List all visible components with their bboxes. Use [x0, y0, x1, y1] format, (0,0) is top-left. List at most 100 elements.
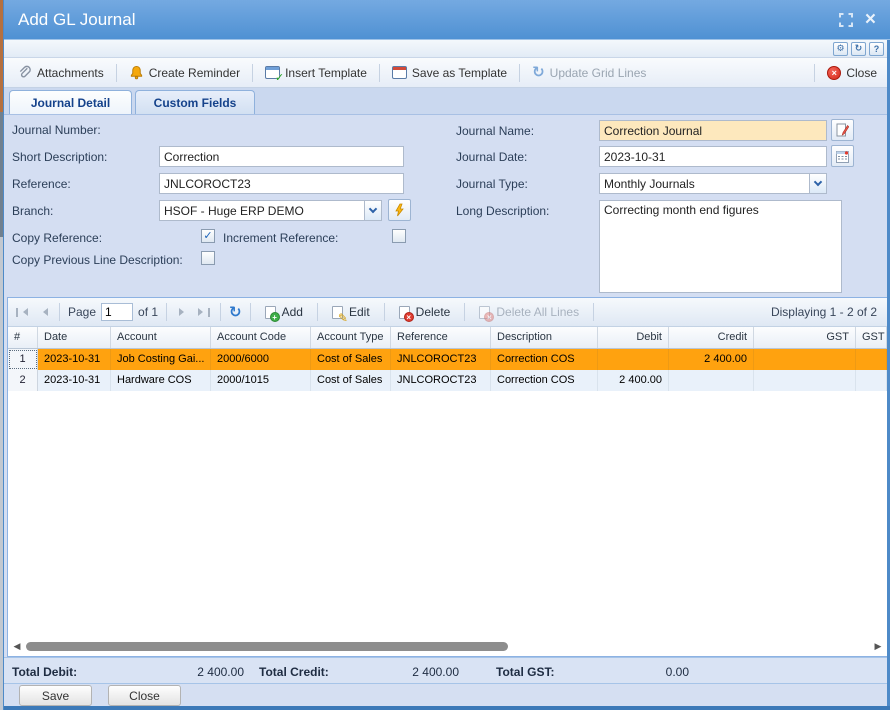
long-description-textarea[interactable]: Correcting month end figures — [599, 200, 842, 293]
cell-account-code: 2000/1015 — [211, 370, 311, 391]
journal-name-lookup-button[interactable] — [831, 119, 854, 141]
copy-reference-checkbox[interactable]: ✓ — [201, 229, 215, 243]
scroll-left-arrow[interactable]: ◀ — [10, 639, 24, 654]
short-description-label: Short Description: — [12, 150, 107, 164]
close-window-button[interactable]: × — [865, 13, 876, 27]
refresh-button[interactable]: ↻ — [851, 42, 866, 56]
column-header-gst[interactable]: GST — [754, 327, 856, 348]
column-header-account-code[interactable]: Account Code — [211, 327, 311, 348]
copy-previous-line-checkbox[interactable] — [201, 251, 215, 265]
close-icon: × — [865, 9, 876, 30]
journal-date-input[interactable] — [599, 146, 827, 167]
cell-description: Correction COS — [491, 370, 598, 391]
total-debit-label: Total Debit: — [12, 665, 77, 679]
column-header-account[interactable]: Account — [111, 327, 211, 348]
cell-gst-amount — [856, 349, 887, 370]
help-button[interactable]: ? — [869, 42, 884, 56]
cell-credit: 2 400.00 — [669, 349, 754, 370]
save-button[interactable]: Save — [19, 685, 92, 706]
cell-account-type: Cost of Sales — [311, 370, 391, 391]
main-toolbar: Attachments Create Reminder ✓ Insert Tem… — [4, 58, 890, 88]
journal-name-input[interactable] — [599, 120, 827, 141]
toolbar-separator — [519, 64, 520, 82]
short-description-input[interactable] — [159, 146, 404, 167]
branch-dropdown-trigger[interactable] — [364, 201, 381, 220]
cell-date: 2023-10-31 — [38, 349, 111, 370]
tab-journal-detail[interactable]: Journal Detail — [9, 90, 132, 114]
add-icon: + — [265, 306, 276, 319]
column-header-reference[interactable]: Reference — [391, 327, 491, 348]
total-debit-value: 2 400.00 — [84, 665, 244, 679]
save-as-template-label: Save as Template — [412, 66, 507, 80]
column-header-date[interactable]: Date — [38, 327, 111, 348]
save-as-template-button[interactable]: Save as Template — [387, 63, 512, 83]
cell-debit: 2 400.00 — [598, 370, 669, 391]
grid-refresh-button[interactable]: ↻ — [229, 305, 242, 320]
journal-type-dropdown-trigger[interactable] — [809, 174, 826, 193]
toolbar-separator — [252, 64, 253, 82]
column-header-credit[interactable]: Credit — [669, 327, 754, 348]
chevron-down-icon — [369, 205, 377, 213]
scrollbar-thumb[interactable] — [26, 642, 508, 651]
delete-line-button[interactable]: × Delete — [393, 303, 457, 321]
branch-select[interactable]: HSOF - Huge ERP DEMO — [159, 200, 382, 221]
journal-type-value: Monthly Journals — [600, 174, 809, 193]
update-grid-lines-label: Update Grid Lines — [550, 66, 647, 80]
previous-page-button[interactable] — [35, 304, 51, 320]
scroll-right-arrow[interactable]: ▶ — [871, 639, 885, 654]
column-header-num[interactable]: # — [8, 327, 38, 348]
toolbar-close-button[interactable]: × Close — [822, 63, 882, 83]
column-header-description[interactable]: Description — [491, 327, 598, 348]
column-header-account-type[interactable]: Account Type — [311, 327, 391, 348]
insert-template-label: Insert Template — [285, 66, 367, 80]
attachments-label: Attachments — [37, 66, 104, 80]
attachments-button[interactable]: Attachments — [12, 62, 109, 83]
update-grid-lines-icon: ↻ — [532, 66, 545, 80]
edit-label: Edit — [349, 305, 370, 319]
first-page-button[interactable] — [14, 304, 30, 320]
maximize-button[interactable] — [839, 13, 853, 27]
horizontal-scrollbar[interactable]: ◀ ▶ — [10, 639, 885, 654]
branch-lookup-button[interactable] — [388, 199, 411, 221]
maximize-icon — [839, 13, 853, 27]
copy-reference-label: Copy Reference: — [12, 231, 102, 245]
footer-close-label: Close — [129, 689, 160, 703]
toolbar-close-label: Close — [846, 66, 877, 80]
table-row[interactable]: 2 2023-10-31 Hardware COS 2000/1015 Cost… — [8, 370, 887, 391]
save-as-template-icon — [392, 66, 407, 79]
next-page-button[interactable] — [175, 304, 191, 320]
scrollbar-track[interactable] — [24, 639, 871, 654]
settings-button[interactable]: ⚙ — [833, 42, 848, 56]
journal-type-select[interactable]: Monthly Journals — [599, 173, 827, 194]
tab-custom-fields-label: Custom Fields — [154, 96, 237, 110]
page-label: Page — [68, 305, 96, 319]
increment-reference-checkbox[interactable] — [392, 229, 406, 243]
next-page-icon — [179, 308, 188, 316]
grid-header-row: # Date Account Account Code Account Type… — [8, 327, 887, 349]
edit-icon: ✎ — [332, 306, 343, 319]
add-line-button[interactable]: + Add — [259, 303, 309, 321]
dialog-bottom-border — [4, 706, 890, 710]
delete-icon: × — [399, 306, 410, 319]
footer-close-button[interactable]: Close — [108, 685, 181, 706]
insert-template-button[interactable]: ✓ Insert Template — [260, 63, 372, 83]
page-number-input[interactable] — [101, 303, 133, 321]
journal-number-label: Journal Number: — [12, 123, 101, 137]
cell-account-type: Cost of Sales — [311, 349, 391, 370]
refresh-icon: ↻ — [855, 43, 863, 54]
reference-input[interactable] — [159, 173, 404, 194]
cell-description: Correction COS — [491, 349, 598, 370]
branch-value: HSOF - Huge ERP DEMO — [160, 201, 364, 220]
tab-custom-fields[interactable]: Custom Fields — [135, 90, 255, 114]
cell-gst-amount — [856, 370, 887, 391]
row-number: 1 — [8, 349, 38, 370]
table-row-selected[interactable]: 1 2023-10-31 Job Costing Gai... 2000/600… — [8, 349, 887, 370]
delete-all-icon: × — [479, 306, 490, 319]
column-header-debit[interactable]: Debit — [598, 327, 669, 348]
journal-date-picker-button[interactable] — [831, 145, 854, 167]
create-reminder-button[interactable]: Create Reminder — [124, 62, 245, 83]
column-header-gst-amount[interactable]: GST A — [856, 327, 887, 348]
last-page-button[interactable] — [196, 304, 212, 320]
lightning-icon — [394, 203, 405, 217]
edit-line-button[interactable]: ✎ Edit — [326, 303, 376, 321]
